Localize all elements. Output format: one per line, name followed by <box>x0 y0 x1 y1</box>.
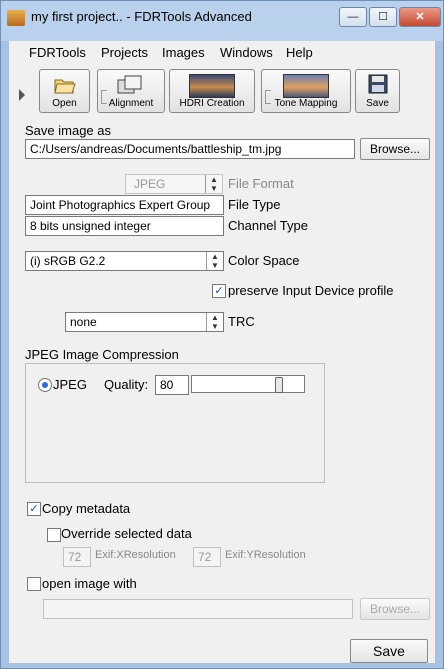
jpeg-compression-heading: JPEG Image Compression <box>25 347 179 362</box>
app-window: my first project.. - FDRTools Advanced —… <box>0 0 444 669</box>
quality-slider-thumb[interactable] <box>275 377 283 393</box>
menu-windows[interactable]: Windows <box>220 45 273 60</box>
yresolution-label: Exif:YResolution <box>225 549 306 561</box>
folder-open-icon <box>53 79 76 94</box>
save-browse-button[interactable]: Browse... <box>360 138 430 160</box>
file-format-spin-icon: ▲ ▼ <box>205 175 222 193</box>
copy-metadata-checkbox[interactable]: ✓ <box>27 502 41 516</box>
color-space-select[interactable]: (i) sRGB G2.2 ▲ ▼ <box>25 251 224 271</box>
hdri-creation-label: HDRI Creation <box>179 98 245 109</box>
alignment-label: Alignment <box>108 98 154 109</box>
toolbar-grip-icon[interactable] <box>19 89 25 101</box>
open-with-label: open image with <box>42 576 137 591</box>
menu-images[interactable]: Images <box>162 45 205 60</box>
file-type-field: Joint Photographics Expert Group <box>25 195 224 215</box>
alignment-icon <box>117 75 142 94</box>
quality-input[interactable]: 80 <box>155 375 189 395</box>
close-button[interactable]: ✕ <box>399 7 441 27</box>
client-area: FDRTools Projects Images Windows Help Op… <box>9 41 435 663</box>
hdri-creation-button[interactable]: HDRI Creation <box>169 69 255 113</box>
window-title: my first project.. - FDRTools Advanced <box>31 9 252 24</box>
quality-slider[interactable] <box>191 375 305 393</box>
xresolution-input[interactable]: 72 <box>63 547 91 567</box>
quality-label: Quality: <box>104 377 149 392</box>
color-space-label: Color Space <box>228 253 300 268</box>
trc-label: TRC <box>228 314 255 329</box>
file-format-label: File Format <box>228 176 294 191</box>
color-space-spin-icon: ▲ ▼ <box>206 252 223 270</box>
jpeg-radio-label: JPEG <box>53 377 87 392</box>
alignment-button[interactable]: Alignment <box>97 69 165 113</box>
preserve-profile-checkbox[interactable]: ✓ <box>212 284 226 298</box>
save-image-heading: Save image as <box>25 123 111 138</box>
channel-type-field: 8 bits unsigned integer <box>25 216 224 236</box>
open-with-checkbox[interactable] <box>27 577 41 591</box>
app-icon <box>7 10 25 26</box>
toolbar-save-label: Save <box>366 98 389 109</box>
hdri-thumbnail <box>189 74 235 98</box>
trc-select[interactable]: none ▲ ▼ <box>65 312 224 332</box>
yresolution-input[interactable]: 72 <box>193 547 221 567</box>
channel-type-label: Channel Type <box>228 218 308 233</box>
file-type-label: File Type <box>228 197 281 212</box>
floppy-disk-icon <box>368 74 387 94</box>
override-data-label: Override selected data <box>61 526 192 541</box>
open-with-path-input[interactable] <box>43 599 353 619</box>
menu-help[interactable]: Help <box>286 45 313 60</box>
save-path-input[interactable]: C:/Users/andreas/Documents/battleship_tm… <box>25 139 355 159</box>
open-button[interactable]: Open <box>39 69 90 113</box>
tone-mapping-thumbnail <box>283 74 329 98</box>
file-format-value: JPEG <box>134 177 166 191</box>
menu-fdrtools[interactable]: FDRTools <box>29 45 86 60</box>
menu-projects[interactable]: Projects <box>101 45 148 60</box>
save-button[interactable]: Save <box>350 639 428 663</box>
file-format-select[interactable]: JPEG ▲ ▼ <box>125 174 223 194</box>
open-label: Open <box>52 98 77 109</box>
color-space-value: (i) sRGB G2.2 <box>30 254 106 268</box>
toolbar-save-button[interactable]: Save <box>355 69 400 113</box>
preserve-profile-label: preserve Input Device profile <box>228 283 394 298</box>
copy-metadata-label: Copy metadata <box>42 501 131 516</box>
tone-mapping-label: Tone Mapping <box>274 98 338 109</box>
jpeg-radio[interactable] <box>38 378 52 392</box>
override-data-checkbox[interactable] <box>47 528 61 542</box>
title-bar[interactable]: my first project.. - FDRTools Advanced —… <box>1 1 443 41</box>
trc-value: none <box>70 315 97 329</box>
xresolution-label: Exif:XResolution <box>95 549 176 561</box>
trc-spin-icon: ▲ ▼ <box>206 313 223 331</box>
menu-bar: FDRTools Projects Images Windows Help <box>9 41 435 65</box>
jpeg-compression-group: JPEG Quality: 80 <box>25 363 325 483</box>
open-with-browse-button[interactable]: Browse... <box>360 598 430 620</box>
tone-mapping-button[interactable]: Tone Mapping <box>261 69 351 113</box>
minimize-button[interactable]: — <box>339 7 367 27</box>
maximize-button[interactable]: ☐ <box>369 7 397 27</box>
